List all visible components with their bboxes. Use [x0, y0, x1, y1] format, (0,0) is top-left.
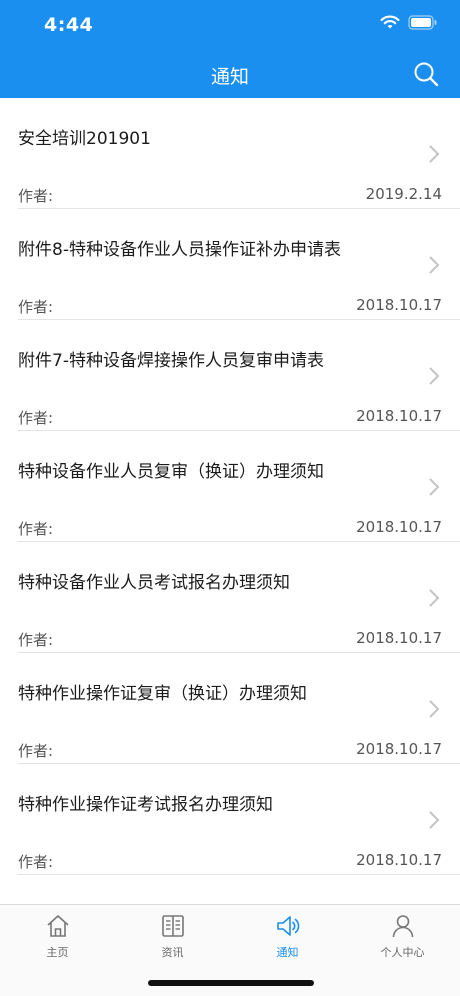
tab-news[interactable]: 资讯	[115, 913, 230, 960]
notice-date: 2018.10.17	[356, 851, 442, 869]
notice-date: 2019.2.14	[365, 185, 442, 203]
notice-author: 作者:	[18, 853, 54, 871]
notice-date: 2018.10.17	[356, 518, 442, 536]
user-icon	[392, 915, 413, 938]
search-icon[interactable]	[412, 60, 440, 88]
notice-title: 特种设备作业人员复审（换证）办理须知	[18, 462, 324, 482]
notice-author: 作者:	[18, 409, 54, 427]
notice-list: 安全培训201901 作者: 2019.2.14 附件8-特种设备作业人员操作证…	[0, 98, 460, 875]
chevron-right-icon	[429, 145, 440, 163]
tab-notice[interactable]: 通知	[230, 913, 345, 960]
notice-author: 作者:	[18, 742, 54, 760]
notice-title: 特种作业操作证复审（换证）办理须知	[18, 684, 307, 704]
app-header: 4:44 通知	[0, 0, 460, 98]
wifi-icon	[380, 15, 400, 29]
tab-label: 个人中心	[380, 946, 425, 959]
tab-label: 资讯	[161, 946, 184, 959]
home-indicator	[148, 980, 314, 986]
page-title: 通知	[210, 66, 249, 88]
notice-title: 附件8-特种设备作业人员操作证补办申请表	[18, 240, 341, 260]
notice-author: 作者:	[18, 631, 54, 649]
notice-title: 特种作业操作证考试报名办理须知	[18, 795, 273, 815]
chevron-right-icon	[429, 478, 440, 496]
notice-date: 2018.10.17	[356, 407, 442, 425]
speaker-icon	[276, 916, 299, 936]
book-icon	[161, 915, 184, 937]
tab-profile[interactable]: 个人中心	[345, 913, 460, 960]
notice-title: 特种设备作业人员考试报名办理须知	[18, 573, 290, 593]
chevron-right-icon	[429, 256, 440, 274]
notice-title: 安全培训201901	[18, 129, 151, 149]
notice-author: 作者:	[18, 298, 54, 316]
notice-date: 2018.10.17	[356, 740, 442, 758]
status-icons	[380, 15, 438, 30]
notice-author: 作者:	[18, 187, 54, 205]
battery-icon	[408, 15, 437, 30]
chevron-right-icon	[429, 589, 440, 607]
notice-date: 2018.10.17	[356, 629, 442, 647]
tab-home[interactable]: 主页	[0, 913, 115, 960]
notice-item[interactable]: 特种设备作业人员考试报名办理须知 作者: 2018.10.17	[18, 542, 460, 653]
notice-author: 作者:	[18, 520, 54, 538]
home-icon	[46, 915, 69, 937]
tab-label: 通知	[276, 946, 299, 959]
notice-title: 附件7-特种设备焊接操作人员复审申请表	[18, 351, 324, 371]
status-time: 4:44	[44, 14, 94, 36]
notice-item[interactable]: 特种设备作业人员复审（换证）办理须知 作者: 2018.10.17	[18, 431, 460, 542]
chevron-right-icon	[429, 367, 440, 385]
chevron-right-icon	[429, 811, 440, 829]
notice-item[interactable]: 安全培训201901 作者: 2019.2.14	[18, 98, 460, 209]
notice-date: 2018.10.17	[356, 296, 442, 314]
chevron-right-icon	[429, 700, 440, 718]
notice-item[interactable]: 附件8-特种设备作业人员操作证补办申请表 作者: 2018.10.17	[18, 209, 460, 320]
notice-item[interactable]: 附件7-特种设备焊接操作人员复审申请表 作者: 2018.10.17	[18, 320, 460, 431]
notice-item[interactable]: 特种作业操作证考试报名办理须知 作者: 2018.10.17	[18, 764, 460, 875]
tab-label: 主页	[46, 946, 69, 959]
notice-item[interactable]: 特种作业操作证复审（换证）办理须知 作者: 2018.10.17	[18, 653, 460, 764]
